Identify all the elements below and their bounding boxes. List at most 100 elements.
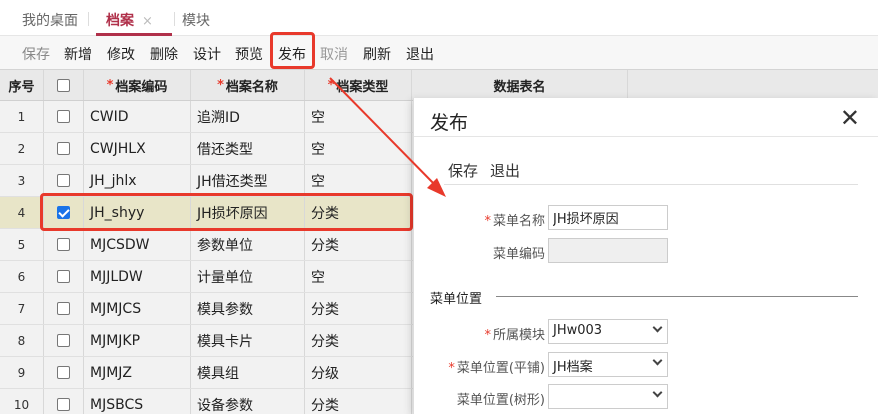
row-select-cell[interactable] bbox=[44, 165, 84, 196]
required-mark: * bbox=[484, 328, 491, 343]
menu-code-input[interactable] bbox=[548, 238, 668, 263]
tab-bar: 我的桌面 档案 × 模块 bbox=[0, 0, 878, 36]
row-select-cell[interactable] bbox=[44, 101, 84, 132]
archive-type-cell[interactable]: 分级 bbox=[305, 357, 412, 388]
row-select-cell[interactable] bbox=[44, 357, 84, 388]
save-button[interactable]: 保存 bbox=[22, 44, 50, 64]
archive-type-cell[interactable]: 空 bbox=[305, 261, 412, 292]
chevron-down-icon bbox=[652, 387, 663, 398]
row-checkbox[interactable] bbox=[57, 334, 70, 347]
dialog-exit-button[interactable]: 退出 bbox=[490, 160, 520, 181]
archive-code-cell[interactable]: MJSBCS bbox=[84, 389, 191, 414]
row-select-cell[interactable] bbox=[44, 229, 84, 260]
flat-position-label: * 菜单位置(平铺) bbox=[434, 357, 545, 376]
header-code[interactable]: * 档案编码 bbox=[84, 70, 191, 100]
tab-module[interactable]: 模块 bbox=[182, 10, 210, 30]
row-select-cell[interactable] bbox=[44, 261, 84, 292]
header-name[interactable]: * 档案名称 bbox=[191, 70, 305, 100]
row-checkbox[interactable] bbox=[57, 174, 70, 187]
archive-code-cell[interactable]: CWID bbox=[84, 101, 191, 132]
row-checkbox[interactable] bbox=[57, 142, 70, 155]
header-type-label: 档案类型 bbox=[336, 79, 389, 95]
archive-name-cell[interactable]: 设备参数 bbox=[191, 389, 305, 414]
row-number: 10 bbox=[0, 389, 44, 414]
archive-code-cell[interactable]: MJMJZ bbox=[84, 357, 191, 388]
flat-position-value: JH档案 bbox=[553, 360, 593, 375]
row-number: 6 bbox=[0, 261, 44, 292]
select-all-checkbox[interactable] bbox=[57, 78, 70, 92]
preview-button[interactable]: 预览 bbox=[235, 44, 263, 64]
chevron-down-icon bbox=[652, 322, 663, 333]
row-checkbox[interactable] bbox=[57, 270, 70, 283]
archive-name-cell[interactable]: JH借还类型 bbox=[191, 165, 305, 196]
header-table-name[interactable]: 数据表名 bbox=[412, 70, 628, 100]
dialog-toolbar-divider bbox=[444, 184, 858, 185]
archive-name-cell[interactable]: 模具卡片 bbox=[191, 325, 305, 356]
archive-name-cell[interactable]: 模具参数 bbox=[191, 293, 305, 324]
archive-type-cell[interactable]: 分类 bbox=[305, 325, 412, 356]
archive-code-cell[interactable]: MJMJKP bbox=[84, 325, 191, 356]
archive-type-cell[interactable]: 分类 bbox=[305, 229, 412, 260]
archive-name-cell[interactable]: 借还类型 bbox=[191, 133, 305, 164]
row-number: 5 bbox=[0, 229, 44, 260]
archive-name-cell[interactable]: 模具组 bbox=[191, 357, 305, 388]
row-number: 7 bbox=[0, 293, 44, 324]
header-select-all[interactable] bbox=[44, 70, 84, 100]
flat-position-select[interactable]: JH档案 bbox=[548, 352, 668, 377]
tree-position-select[interactable] bbox=[548, 384, 668, 409]
archive-type-cell[interactable]: 分类 bbox=[305, 293, 412, 324]
add-button[interactable]: 新增 bbox=[64, 44, 92, 64]
archive-code-cell[interactable]: JH_jhlx bbox=[84, 165, 191, 196]
row-checkbox[interactable] bbox=[57, 238, 70, 251]
row-checkbox[interactable] bbox=[57, 110, 70, 123]
publish-annotation-box bbox=[270, 32, 315, 69]
toolbar: 保存 新增 修改 删除 设计 预览 发布 取消 刷新 退出 bbox=[0, 36, 878, 70]
row-checkbox[interactable] bbox=[57, 302, 70, 315]
menu-name-input[interactable] bbox=[548, 205, 668, 230]
delete-button[interactable]: 删除 bbox=[150, 44, 178, 64]
archive-type-cell[interactable]: 空 bbox=[305, 101, 412, 132]
archive-code-cell[interactable]: MJMJCS bbox=[84, 293, 191, 324]
row-checkbox[interactable] bbox=[57, 398, 70, 411]
menu-position-section-title: 菜单位置 bbox=[430, 292, 483, 307]
row-checkbox[interactable] bbox=[57, 366, 70, 379]
required-mark: * bbox=[327, 77, 335, 93]
module-label-text: 所属模块 bbox=[492, 328, 545, 343]
required-mark: * bbox=[217, 77, 224, 93]
archive-type-cell[interactable]: 空 bbox=[305, 133, 412, 164]
archive-name-cell[interactable]: 参数单位 bbox=[191, 229, 305, 260]
dialog-divider bbox=[414, 136, 878, 137]
cancel-button[interactable]: 取消 bbox=[320, 44, 348, 64]
row-number: 2 bbox=[0, 133, 44, 164]
edit-button[interactable]: 修改 bbox=[107, 44, 135, 64]
tab-archive[interactable]: 档案 × bbox=[106, 10, 153, 30]
archive-code-cell[interactable]: CWJHLX bbox=[84, 133, 191, 164]
archive-code-cell[interactable]: MJJLDW bbox=[84, 261, 191, 292]
row-select-cell[interactable] bbox=[44, 133, 84, 164]
tab-my-desktop[interactable]: 我的桌面 bbox=[22, 10, 78, 30]
design-button[interactable]: 设计 bbox=[193, 44, 221, 64]
header-no: 序号 bbox=[0, 70, 44, 100]
dialog-title: 发布 bbox=[430, 112, 469, 134]
archive-name-cell[interactable]: 追溯ID bbox=[191, 101, 305, 132]
row-number: 8 bbox=[0, 325, 44, 356]
dialog-save-button[interactable]: 保存 bbox=[448, 160, 478, 181]
row-select-cell[interactable] bbox=[44, 325, 84, 356]
module-select[interactable]: JHw003 bbox=[548, 319, 668, 344]
close-icon[interactable]: × bbox=[142, 14, 153, 29]
archive-code-cell[interactable]: MJCSDW bbox=[84, 229, 191, 260]
flat-position-label-text: 菜单位置(平铺) bbox=[456, 361, 545, 376]
refresh-button[interactable]: 刷新 bbox=[363, 44, 391, 64]
row-select-cell[interactable] bbox=[44, 293, 84, 324]
close-icon[interactable]: ✕ bbox=[840, 104, 860, 132]
archive-type-cell[interactable]: 分类 bbox=[305, 389, 412, 414]
exit-button[interactable]: 退出 bbox=[406, 44, 434, 64]
row-number: 1 bbox=[0, 101, 44, 132]
row-annotation-box bbox=[40, 193, 413, 231]
row-select-cell[interactable] bbox=[44, 389, 84, 414]
header-type[interactable]: * 档案类型 bbox=[305, 70, 412, 100]
menu-name-label-text: 菜单名称 bbox=[492, 214, 545, 229]
required-mark: * bbox=[448, 361, 455, 376]
archive-name-cell[interactable]: 计量单位 bbox=[191, 261, 305, 292]
archive-type-cell[interactable]: 空 bbox=[305, 165, 412, 196]
